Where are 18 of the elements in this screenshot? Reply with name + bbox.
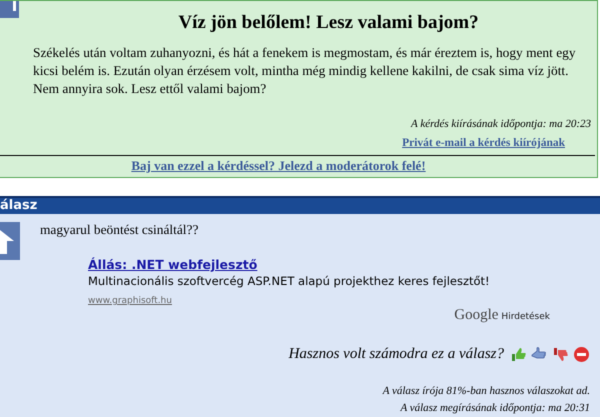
ad-title-link[interactable]: Állás: .NET webfejlesztő [88,257,258,272]
ad-url-link[interactable]: www.graphisoft.hu [88,296,172,306]
thumbs-down-icon[interactable] [552,346,569,363]
remove-icon[interactable] [573,346,590,363]
question-timestamp: A kérdés kiírásának időpontja: ma 20:23 [410,118,591,130]
question-title: Víz jön belőlem! Lesz valami bajom? [177,12,480,34]
ad-description: Multinacionális szoftvercég ASP.NET alapú projekthez keres fejlesztőt! [88,274,491,288]
rating-question: Hasznos volt számodra ez a válasz? [288,346,504,363]
answer-text: magyarul beöntést csináltál?? [40,222,200,238]
author-stat: A válasz írója 81%-ban hasznos válaszokat ad. [381,384,590,399]
report-link[interactable]: Baj van ezzel a kérdéssel? Jelezd a moderátorok felé! [131,158,426,173]
private-email-link[interactable]: Privát e-mail a kérdés kiírójának [402,137,565,149]
google-logo: Google [454,307,498,324]
ads-label: Hirdetések [501,312,550,322]
answer-timestamp: A válasz megírásának időpontja: ma 20:31 [399,401,590,416]
question-text: Székelés után voltam zuhanyozni, és hát a fenekem is megmostam, és már éreztem is, hogy ment egy kicsi belém is. Ezután olyan érzésem volt, mintha még mindig kellene kakilni, de csak sima víz jött. Nem annyira sok. Lesz ettől valami bajom? [33,44,577,98]
thumbs-up-icon[interactable] [510,346,527,363]
section-header: álasz [0,196,600,214]
